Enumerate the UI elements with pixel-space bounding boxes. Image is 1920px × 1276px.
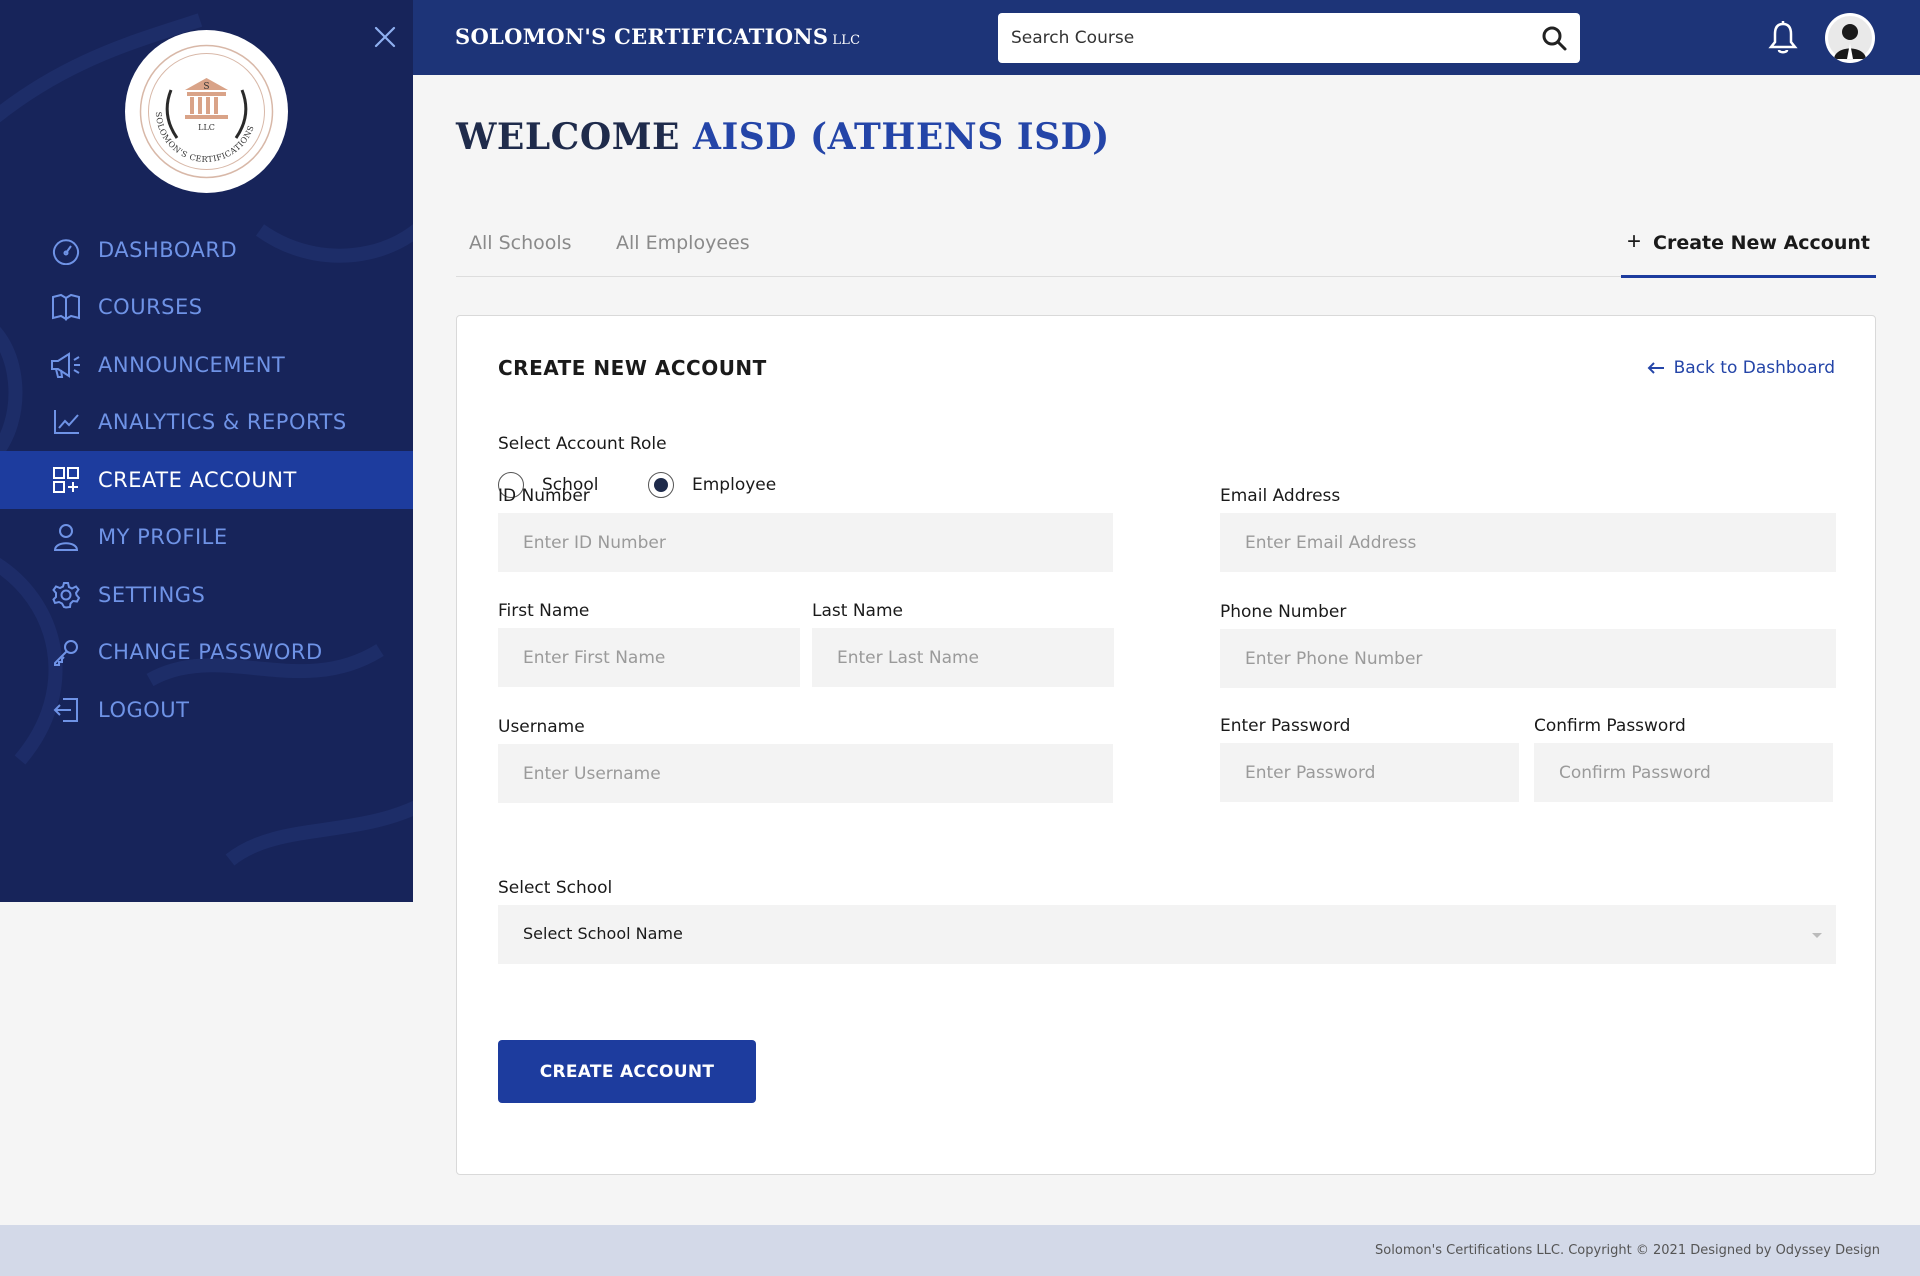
sidebar-nav: DASHBOARD COURSES ANNOUNCEMENT ANALYTICS…: [0, 221, 413, 739]
notifications-button[interactable]: [1767, 20, 1799, 56]
sidebar-item-label: ANALYTICS & REPORTS: [98, 410, 347, 435]
confirm-password-label: Confirm Password: [1534, 716, 1686, 736]
search-input[interactable]: [998, 13, 1518, 63]
page-title: WELCOME AISD (ATHENS ISD): [456, 116, 1110, 158]
select-school-label: Select School: [498, 878, 613, 898]
radio-label-employee: Employee: [692, 475, 777, 495]
create-account-card: CREATE NEW ACCOUNT Back to Dashboard Sel…: [456, 315, 1876, 1175]
tab-all-schools[interactable]: All Schools: [469, 232, 572, 254]
radio-employee[interactable]: [648, 472, 674, 498]
sidebar-item-label: CHANGE PASSWORD: [98, 640, 323, 665]
brand-suffix: LLC: [832, 33, 861, 48]
grid-add-icon: [49, 463, 83, 497]
phone-label: Phone Number: [1220, 602, 1347, 622]
first-name-input[interactable]: [498, 628, 800, 687]
sidebar-item-announcement[interactable]: ANNOUNCEMENT: [0, 336, 413, 394]
username-label: Username: [498, 717, 585, 737]
logo-llc: LLC: [198, 123, 215, 132]
back-to-dashboard-link[interactable]: Back to Dashboard: [1646, 358, 1835, 378]
school-select-value: Select School Name: [523, 924, 683, 943]
key-icon: [49, 635, 83, 669]
sidebar-item-change-password[interactable]: CHANGE PASSWORD: [0, 624, 413, 682]
sidebar-item-label: SETTINGS: [98, 582, 206, 607]
search-icon: [1542, 26, 1567, 51]
role-label: Select Account Role: [498, 434, 667, 454]
bell-icon: [1768, 21, 1798, 54]
phone-input[interactable]: [1220, 629, 1836, 688]
chevron-down-icon: [1812, 933, 1822, 938]
logo-letter-s: S: [203, 82, 209, 92]
role-option-employee[interactable]: Employee: [648, 472, 776, 498]
sidebar-item-label: MY PROFILE: [98, 525, 228, 550]
dashboard-gauge-icon: [49, 233, 83, 267]
gear-icon: [49, 578, 83, 612]
sidebar-item-settings[interactable]: SETTINGS: [0, 566, 413, 624]
sidebar-item-courses[interactable]: COURSES: [0, 279, 413, 337]
sidebar: S LLC SOLOMON'S CERTIFICATIONS DASHBOARD…: [0, 0, 413, 902]
back-link-label: Back to Dashboard: [1673, 358, 1835, 378]
sidebar-item-label: ANNOUNCEMENT: [98, 352, 286, 377]
line-chart-icon: [49, 405, 83, 439]
last-name-label: Last Name: [812, 601, 903, 621]
sidebar-item-label: CREATE ACCOUNT: [98, 467, 297, 492]
avatar[interactable]: [1825, 13, 1875, 63]
sidebar-item-label: COURSES: [98, 295, 203, 320]
brand-title: SOLOMON'S CERTIFICATIONS: [455, 24, 829, 49]
password-input[interactable]: [1220, 743, 1519, 802]
megaphone-icon: [49, 348, 83, 382]
copyright-text: Solomon's Certifications LLC. Copyright …: [1375, 1243, 1880, 1258]
sidebar-item-my-profile[interactable]: MY PROFILE: [0, 509, 413, 567]
sidebar-item-dashboard[interactable]: DASHBOARD: [0, 221, 413, 279]
tab-all-employees[interactable]: All Employees: [616, 232, 750, 254]
username-input[interactable]: [498, 744, 1113, 803]
close-icon: [374, 26, 396, 48]
welcome-organization: AISD (ATHENS ISD): [693, 116, 1110, 158]
sidebar-item-label: LOGOUT: [98, 697, 190, 722]
brand-name: SOLOMON'S CERTIFICATIONS LLC: [455, 24, 860, 49]
search-button[interactable]: [1541, 25, 1568, 52]
plus-icon: +: [1627, 228, 1642, 255]
id-number-label: ID Number: [498, 486, 590, 506]
search-bar: [998, 13, 1580, 63]
footer: Solomon's Certifications LLC. Copyright …: [0, 1225, 1920, 1276]
user-avatar-icon: [1826, 14, 1874, 62]
company-logo: S LLC SOLOMON'S CERTIFICATIONS: [125, 30, 288, 193]
id-number-input[interactable]: [498, 513, 1113, 572]
tab-label: Create New Account: [1653, 232, 1870, 254]
top-header: SOLOMON'S CERTIFICATIONS LLC: [413, 0, 1920, 75]
open-book-icon: [49, 290, 83, 324]
email-label: Email Address: [1220, 486, 1341, 506]
first-name-label: First Name: [498, 601, 590, 621]
arrow-left-icon: [1647, 362, 1664, 374]
email-field[interactable]: [1220, 513, 1836, 572]
last-name-input[interactable]: [812, 628, 1114, 687]
sidebar-item-create-account[interactable]: CREATE ACCOUNT: [0, 451, 413, 509]
confirm-password-input[interactable]: [1534, 743, 1833, 802]
tab-bar: All Schools All Employees + Create New A…: [456, 220, 1876, 278]
school-select[interactable]: Select School Name: [498, 905, 1836, 964]
user-icon: [49, 520, 83, 554]
tab-create-new-account[interactable]: + Create New Account: [1621, 220, 1876, 278]
password-label: Enter Password: [1220, 716, 1351, 736]
sidebar-item-analytics-reports[interactable]: ANALYTICS & REPORTS: [0, 394, 413, 452]
create-account-button[interactable]: CREATE ACCOUNT: [498, 1040, 756, 1103]
radio-dot: [654, 478, 668, 492]
sidebar-item-label: DASHBOARD: [98, 237, 238, 262]
welcome-prefix: WELCOME: [456, 116, 680, 158]
logout-icon: [49, 693, 83, 727]
form-title: CREATE NEW ACCOUNT: [498, 356, 767, 380]
sidebar-item-logout[interactable]: LOGOUT: [0, 681, 413, 739]
close-sidebar-button[interactable]: [370, 22, 400, 52]
